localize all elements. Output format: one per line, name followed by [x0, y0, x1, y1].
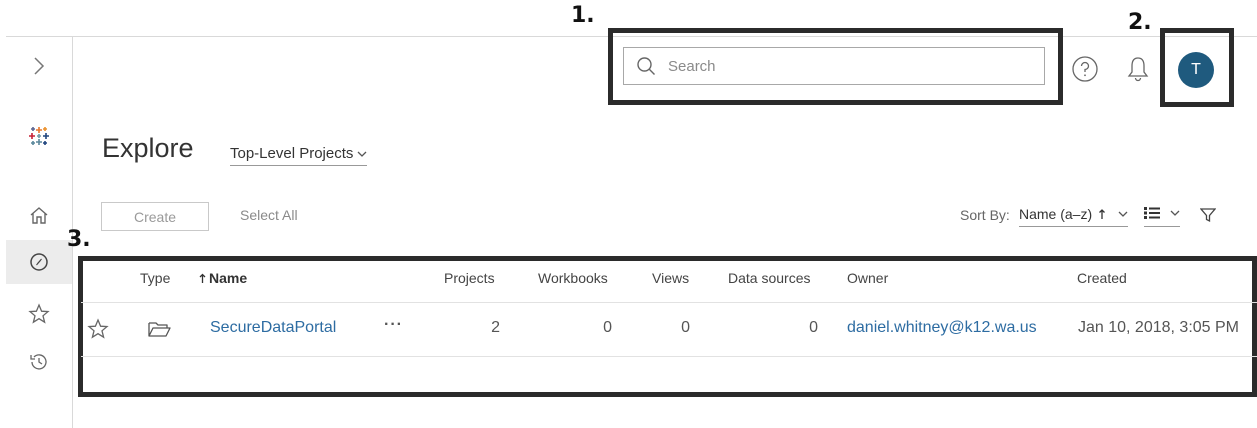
nav-home[interactable] — [6, 193, 72, 237]
chevron-down-icon — [1118, 211, 1128, 217]
more-actions-button[interactable]: ··· — [384, 316, 403, 334]
page-title: Explore — [102, 133, 194, 163]
cell-created: Jan 10, 2018, 3:05 PM — [1078, 319, 1239, 336]
owner-link[interactable]: daniel.whitney@k12.wa.us — [847, 319, 1037, 337]
compass-icon — [30, 253, 48, 271]
search-icon — [636, 56, 656, 76]
left-nav-rail — [6, 36, 73, 428]
callout-number-3: 3. — [67, 227, 91, 252]
help-icon — [1072, 56, 1098, 82]
cell-views: 0 — [681, 319, 690, 336]
column-header-views[interactable]: Views — [652, 270, 689, 286]
sort-ascending-icon — [199, 273, 206, 283]
help-button[interactable] — [1071, 55, 1099, 88]
filter-icon — [1199, 208, 1217, 223]
expand-nav-button[interactable] — [6, 44, 72, 88]
star-icon — [28, 303, 50, 324]
nav-favorites[interactable] — [6, 292, 72, 336]
avatar-initial: T — [1191, 61, 1201, 78]
column-header-workbooks[interactable]: Workbooks — [538, 270, 608, 286]
list-view-icon — [1144, 207, 1160, 219]
sort-dropdown[interactable]: Name (a–z) — [1019, 206, 1129, 227]
sort-ascending-icon — [1099, 209, 1106, 219]
star-icon — [87, 318, 109, 339]
favorite-toggle[interactable] — [87, 318, 109, 345]
project-type — [148, 320, 172, 343]
search-box[interactable] — [623, 47, 1045, 85]
cell-projects: 2 — [491, 319, 500, 336]
sort-by-label: Sort By: — [960, 207, 1010, 223]
chevron-down-icon — [357, 151, 367, 157]
folder-icon — [148, 322, 171, 337]
sort-dropdown-value: Name (a–z) — [1019, 206, 1093, 222]
view-mode-dropdown[interactable] — [1144, 206, 1180, 227]
create-button[interactable]: Create — [101, 202, 209, 231]
bell-icon — [1127, 57, 1149, 82]
cell-workbooks: 0 — [603, 319, 612, 336]
callout-number-1: 1. — [571, 3, 595, 28]
nav-explore[interactable] — [6, 240, 72, 284]
scope-dropdown-label: Top-Level Projects — [230, 145, 354, 162]
column-header-data-sources[interactable]: Data sources — [728, 270, 810, 286]
column-header-created[interactable]: Created — [1077, 270, 1127, 286]
select-all-button[interactable]: Select All — [240, 207, 298, 223]
search-input[interactable] — [666, 56, 1030, 76]
tableau-logo[interactable] — [6, 114, 72, 158]
nav-recents[interactable] — [6, 340, 72, 384]
scope-dropdown[interactable]: Top-Level Projects — [230, 145, 368, 166]
column-header-type[interactable]: Type — [140, 270, 170, 286]
column-header-name-label: Name — [209, 270, 248, 286]
column-header-owner[interactable]: Owner — [847, 270, 888, 286]
filter-button[interactable] — [1199, 207, 1217, 228]
home-icon — [30, 207, 48, 224]
notifications-button[interactable] — [1126, 55, 1150, 88]
project-name-link[interactable]: SecureDataPortal — [210, 319, 336, 337]
table-row-divider — [81, 356, 1257, 357]
callout-number-2: 2. — [1128, 10, 1152, 35]
column-header-projects[interactable]: Projects — [444, 270, 495, 286]
cell-data-sources: 0 — [809, 319, 818, 336]
tableau-logo-icon — [29, 127, 49, 145]
user-avatar[interactable]: T — [1178, 52, 1214, 88]
history-icon — [30, 354, 47, 370]
chevron-down-icon — [1170, 210, 1180, 216]
chevron-right-icon — [34, 57, 45, 75]
column-header-name[interactable]: Name — [199, 270, 247, 286]
